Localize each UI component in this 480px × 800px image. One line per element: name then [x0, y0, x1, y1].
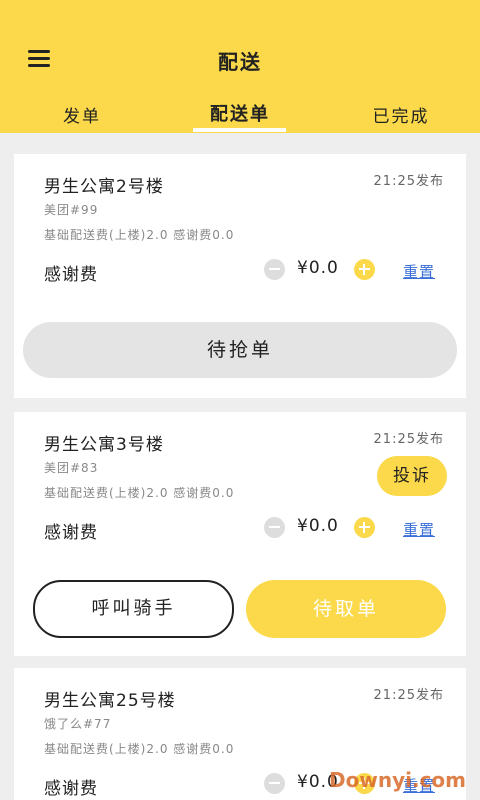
tab-delivery-orders[interactable]: 配送单 — [203, 100, 277, 126]
tip-label: 感谢费 — [44, 523, 98, 543]
order-fee: 基础配送费(上楼)2.0 感谢费0.0 — [44, 228, 235, 242]
order-title: 男生公寓2号楼 — [44, 177, 164, 197]
complain-button[interactable]: 投诉 — [377, 456, 447, 496]
tip-label: 感谢费 — [44, 265, 98, 285]
order-card: 男生公寓3号楼 21:25发布 美团#83 基础配送费(上楼)2.0 感谢费0.… — [14, 412, 466, 656]
page-title: 配送 — [218, 50, 262, 74]
tab-completed[interactable]: 已完成 — [370, 102, 432, 127]
app-header: 配送 发单 配送单 已完成 — [0, 0, 480, 133]
order-shop: 美团#99 — [44, 203, 99, 217]
waiting-pickup-button[interactable]: 待取单 — [246, 580, 446, 638]
reset-link[interactable]: 重置 — [403, 519, 435, 540]
minus-icon[interactable] — [264, 773, 285, 794]
tip-amount: ¥0.0 — [297, 258, 339, 278]
order-title: 男生公寓3号楼 — [44, 435, 164, 455]
minus-icon[interactable] — [264, 517, 285, 538]
order-card: 男生公寓2号楼 21:25发布 美团#99 基础配送费(上楼)2.0 感谢费0.… — [14, 154, 466, 398]
order-shop: 饿了么#77 — [44, 717, 112, 731]
minus-icon[interactable] — [264, 259, 285, 280]
waiting-grab-button[interactable]: 待抢单 — [23, 322, 457, 378]
order-fee: 基础配送费(上楼)2.0 感谢费0.0 — [44, 742, 235, 756]
tab-send-order[interactable]: 发单 — [60, 102, 104, 127]
plus-icon[interactable] — [354, 517, 375, 538]
reset-link[interactable]: 重置 — [403, 261, 435, 282]
order-fee: 基础配送费(上楼)2.0 感谢费0.0 — [44, 486, 235, 500]
tip-label: 感谢费 — [44, 779, 98, 799]
tip-amount: ¥0.0 — [297, 516, 339, 536]
watermark-logo: Downyi.com — [329, 768, 466, 792]
order-time: 21:25发布 — [373, 688, 444, 703]
order-shop: 美团#83 — [44, 461, 99, 475]
call-rider-button[interactable]: 呼叫骑手 — [33, 580, 234, 638]
order-title: 男生公寓25号楼 — [44, 691, 176, 711]
order-time: 21:25发布 — [373, 174, 444, 189]
order-time: 21:25发布 — [373, 432, 444, 447]
active-tab-indicator — [193, 128, 286, 132]
plus-icon[interactable] — [354, 259, 375, 280]
